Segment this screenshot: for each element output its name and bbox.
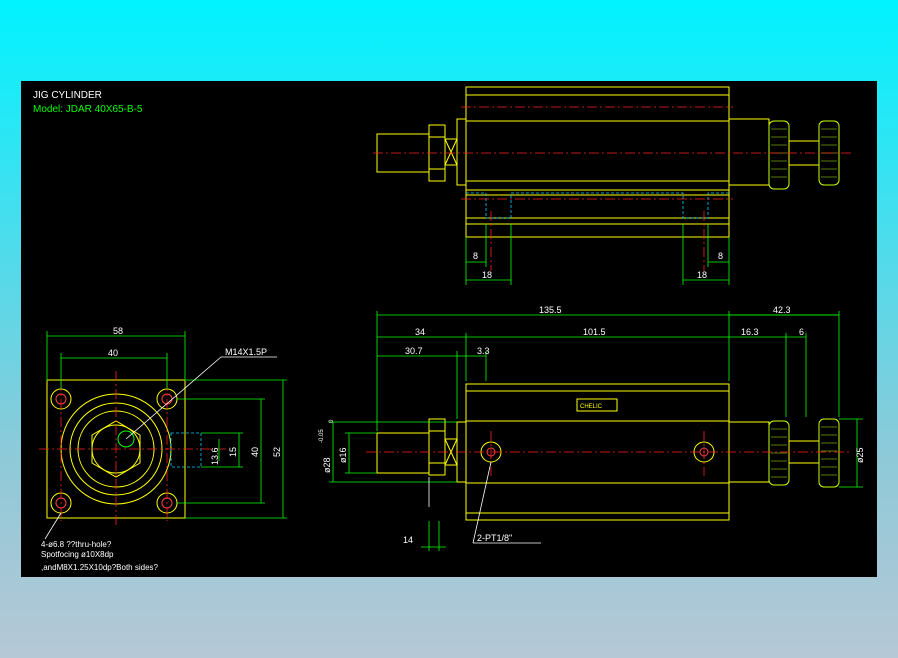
end-view (39, 331, 287, 540)
end-dim-15: 15 (228, 447, 238, 457)
side-dim-30-7: 30.7 (405, 346, 423, 356)
port-label: 2-PT1/8" (477, 533, 512, 543)
end-dim-40: 40 (108, 348, 118, 358)
side-dim-phi28: ø28 (322, 457, 332, 473)
end-dim-52: 52 (272, 447, 282, 457)
cad-drawing-canvas: JIG CYLINDER Model: JDAR 40X65-B-5 8 18 … (21, 81, 877, 577)
end-dim-40v: 40 (250, 447, 260, 457)
end-dim-58: 58 (113, 326, 123, 336)
end-dim-13-6: 13.6 (210, 447, 220, 465)
thread-label: M14X1.5P (225, 347, 267, 357)
side-dim-3-3: 3.3 (477, 346, 490, 356)
top-view (373, 86, 851, 285)
top-dim-right-18: 18 (697, 270, 707, 280)
side-dim-front: 34 (415, 327, 425, 337)
cad-drawing: JIG CYLINDER Model: JDAR 40X65-B-5 8 18 … (33, 86, 865, 572)
side-dim-6: 6 (799, 327, 804, 337)
side-dim-phi28-tol: -0.05 (319, 429, 325, 443)
brand-plate-label: CHELIC (580, 404, 603, 410)
side-dim-rod-ext: 42.3 (773, 305, 791, 315)
side-dim-total: 135.5 (539, 305, 562, 315)
top-dim-left-8: 8 (473, 251, 478, 261)
side-dim-body: 101.5 (583, 327, 606, 337)
side-dim-phi16: ø16 (338, 447, 348, 463)
top-dim-left-18: 18 (482, 270, 492, 280)
side-dim-16-3: 16.3 (741, 327, 759, 337)
drawing-title: JIG CYLINDER (33, 90, 102, 101)
model-label: Model: JDAR 40X65-B-5 (33, 104, 143, 115)
side-dim-phi25: ø25 (855, 447, 865, 463)
top-dim-right-8: 8 (718, 251, 723, 261)
hole-note-1: 4-ø6.8 ??thru-hole? (41, 540, 112, 549)
side-dim-14: 14 (403, 535, 413, 545)
side-dim-phi28-tol0: 0 (329, 419, 335, 423)
hole-note-3: ,andM8X1.25X10dp?Both sides? (41, 563, 159, 572)
hole-note-2: Spotfocing ø10X8dp (41, 550, 114, 559)
